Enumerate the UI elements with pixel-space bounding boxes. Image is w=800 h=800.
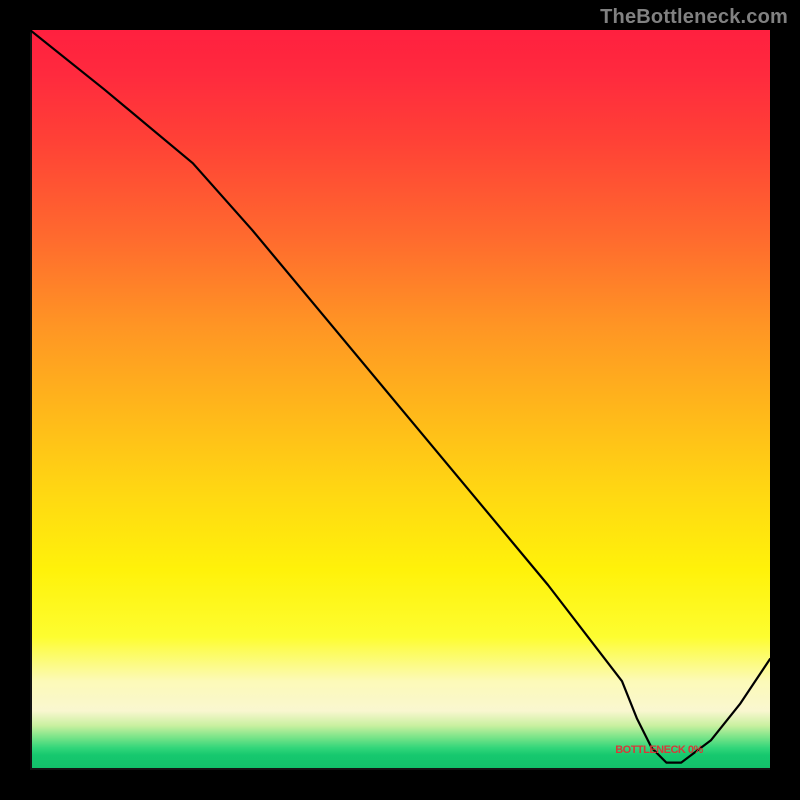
x-axis <box>30 768 770 770</box>
chart-frame: TheBottleneck.com BOTTLENECK 0% <box>0 0 800 800</box>
watermark-text: TheBottleneck.com <box>600 6 788 29</box>
y-axis <box>30 30 32 770</box>
chart-plot-area <box>30 30 770 770</box>
